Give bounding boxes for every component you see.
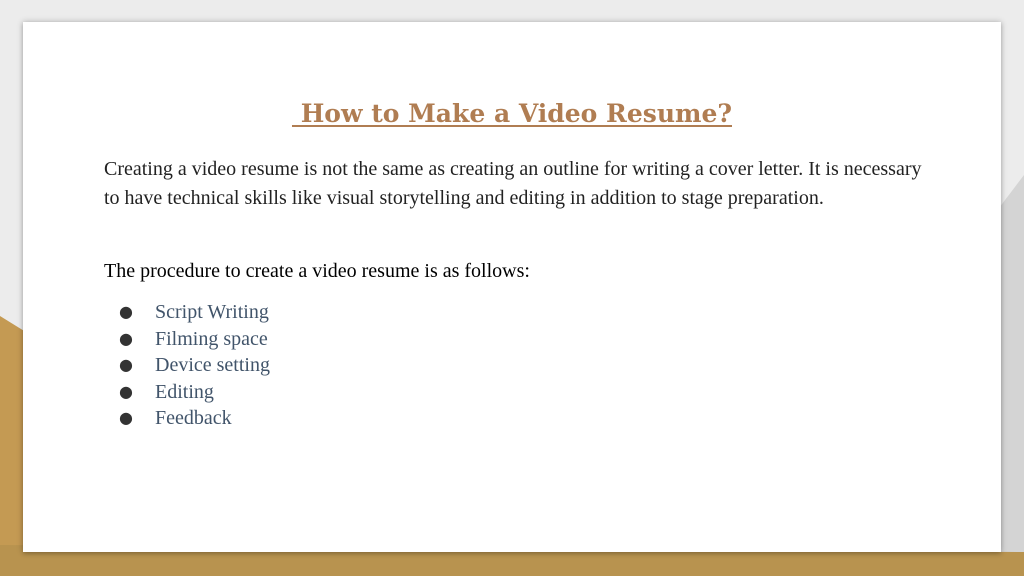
- list-item: ● Script Writing: [119, 299, 270, 326]
- list-item: ● Device setting: [119, 352, 270, 379]
- list-item: ● Editing: [119, 379, 270, 406]
- step-label: Filming space: [155, 327, 268, 350]
- procedure-heading: The procedure to create a video resume i…: [104, 260, 530, 282]
- bullet-icon: ●: [119, 328, 133, 348]
- step-label: Script Writing: [155, 301, 269, 323]
- step-label: Feedback: [155, 407, 232, 429]
- intro-paragraph: Creating a video resume is not the same …: [104, 158, 922, 209]
- bullet-icon: ●: [119, 408, 133, 427]
- step-label: Editing: [155, 380, 214, 403]
- list-item: ● Filming space: [119, 326, 270, 353]
- list-item: ● Feedback: [119, 405, 270, 432]
- step-label: Device setting: [155, 354, 270, 376]
- slide-title: How to Make a Video Resume?: [291, 99, 732, 128]
- bullet-icon: ●: [119, 302, 133, 321]
- steps-list: ● Script Writing ● Filming space ● Devic…: [119, 299, 270, 432]
- slide-card: How to Make a Video Resume? Creating a v…: [23, 22, 1001, 552]
- bullet-icon: ●: [119, 381, 133, 401]
- bullet-icon: ●: [119, 355, 133, 374]
